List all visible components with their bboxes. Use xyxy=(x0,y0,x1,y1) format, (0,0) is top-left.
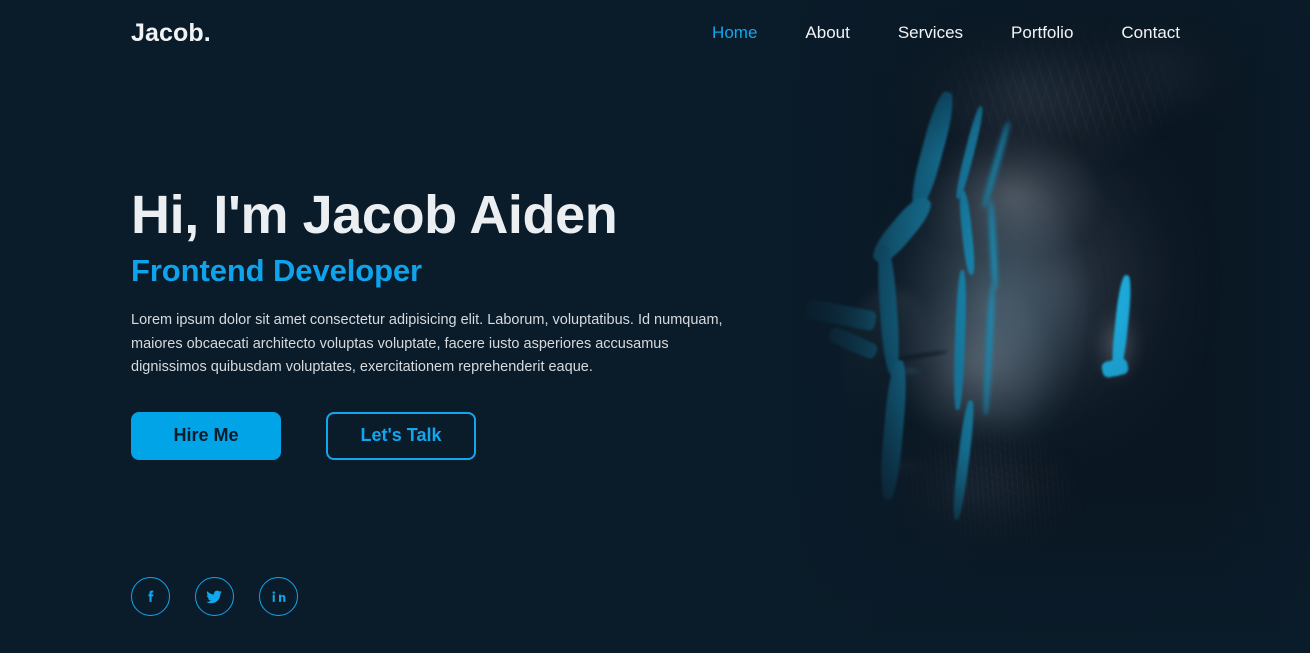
nav-item-portfolio[interactable]: Portfolio xyxy=(987,23,1097,43)
hero-subtitle: Frontend Developer xyxy=(131,253,423,289)
hire-me-button[interactable]: Hire Me xyxy=(131,411,281,460)
lets-talk-button[interactable]: Let's Talk xyxy=(326,411,476,460)
hero-description: Lorem ipsum dolor sit amet consectetur a… xyxy=(131,312,723,376)
nav-item-services[interactable]: Services xyxy=(874,23,987,43)
site-header: Jacob. Home About Services Portfolio Con… xyxy=(0,0,1310,66)
social-link-twitter[interactable] xyxy=(195,577,234,616)
hero-content: Hi, I'm Jacob Aiden Frontend Developer L… xyxy=(131,186,771,460)
nav-item-contact[interactable]: Contact xyxy=(1097,23,1180,43)
hero-page: Jacob. Home About Services Portfolio Con… xyxy=(0,0,1310,653)
nav-item-home[interactable]: Home xyxy=(688,23,781,43)
linkedin-icon xyxy=(270,588,288,606)
hero-portrait-image xyxy=(750,0,1310,653)
facebook-icon xyxy=(142,588,160,606)
site-logo[interactable]: Jacob. xyxy=(131,19,211,48)
hero-title: Hi, I'm Jacob Aiden xyxy=(131,185,618,245)
twitter-icon xyxy=(205,587,224,606)
social-link-linkedin[interactable] xyxy=(259,577,298,616)
main-navigation: Home About Services Portfolio Contact xyxy=(688,23,1180,43)
portrait-canvas xyxy=(750,0,1310,653)
social-links xyxy=(131,577,298,616)
hero-actions: Hire Me Let's Talk xyxy=(131,411,771,460)
nav-item-about[interactable]: About xyxy=(781,23,873,43)
social-link-facebook[interactable] xyxy=(131,577,170,616)
